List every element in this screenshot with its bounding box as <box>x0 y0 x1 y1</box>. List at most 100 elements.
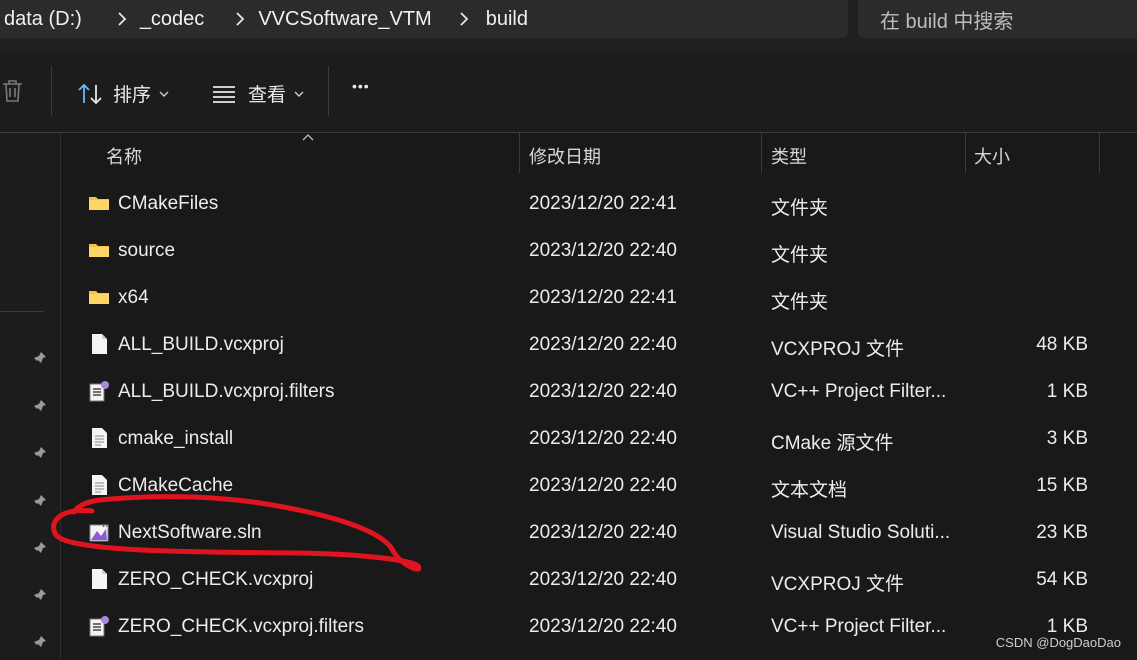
file-row[interactable]: 17 NextSoftware.sln 2023/12/20 22:40 Visual… <box>61 509 1137 556</box>
chevron-down-icon <box>159 91 169 97</box>
breadcrumb-codec[interactable]: _codec <box>140 8 205 31</box>
breadcrumb-drive[interactable]: data (D:) <box>4 8 82 31</box>
file-type: Visual Studio Soluti... <box>771 522 951 543</box>
list-view-icon <box>213 85 235 103</box>
file-type: 文件夹 <box>771 292 829 313</box>
file-date: 2023/12/20 22:40 <box>529 616 677 637</box>
view-label: 查看 <box>248 85 287 106</box>
search-input[interactable]: 在 build 中搜索 <box>858 0 1137 38</box>
file-date: 2023/12/20 22:41 <box>529 287 677 308</box>
file-type: 文件夹 <box>771 245 829 266</box>
file-icon <box>88 333 110 355</box>
delete-button[interactable] <box>0 78 26 104</box>
column-separator[interactable] <box>761 133 762 173</box>
vs-solution-icon: 17 <box>88 521 110 543</box>
file-type: VC++ Project Filter... <box>771 381 947 402</box>
trash-icon <box>3 80 22 102</box>
file-name: NextSoftware.sln <box>118 522 262 543</box>
title-bar: data (D:) _codec VVCSoftware_VTM build 在… <box>0 0 1137 52</box>
file-name: x64 <box>118 287 149 308</box>
column-separator[interactable] <box>965 133 966 173</box>
pin-icon[interactable] <box>32 446 50 464</box>
file-type: VCXPROJ 文件 <box>771 339 905 360</box>
file-row[interactable]: ALL_BUILD.vcxproj.filters 2023/12/20 22:4… <box>61 368 1137 415</box>
breadcrumb-build[interactable]: build <box>486 8 528 31</box>
svg-text:17: 17 <box>102 523 108 529</box>
file-name: cmake_install <box>118 428 234 449</box>
sort-arrows-icon <box>78 83 102 104</box>
file-date: 2023/12/20 22:40 <box>529 381 677 402</box>
pin-icon[interactable] <box>32 399 50 417</box>
file-size: 23 KB <box>1036 522 1088 543</box>
chevron-right-icon[interactable] <box>444 11 484 27</box>
file-type: CMake 源文件 <box>771 433 894 454</box>
file-size: 15 KB <box>1036 475 1088 496</box>
sort-label: 排序 <box>113 85 152 106</box>
file-type: 文件夹 <box>771 198 829 219</box>
file-name: source <box>118 240 176 261</box>
chevron-down-icon <box>294 91 304 97</box>
view-button[interactable]: 查看 <box>211 80 304 107</box>
file-row[interactable]: ALL_BUILD.vcxproj 2023/12/20 22:40 VCXPROJ… <box>61 321 1137 368</box>
file-size: 54 KB <box>1036 569 1088 590</box>
file-date: 2023/12/20 22:40 <box>529 240 677 261</box>
filters-file-icon <box>88 380 110 402</box>
breadcrumb-vvcsoftware[interactable]: VVCSoftware_VTM <box>258 8 431 31</box>
file-name: ALL_BUILD.vcxproj.filters <box>118 381 335 402</box>
column-separator[interactable] <box>1099 133 1100 173</box>
text-file-icon <box>88 427 110 449</box>
column-separator[interactable] <box>519 133 520 173</box>
file-name: ALL_BUILD.vcxproj <box>118 334 284 355</box>
column-header-size[interactable]: 大小 <box>974 143 1010 169</box>
file-list: 名称 修改日期 类型 大小 CMakeFiles 2023/12/20 22:41… <box>61 133 1137 660</box>
text-file-icon <box>88 474 110 496</box>
file-name: CMakeCache <box>118 475 234 496</box>
folder-icon <box>88 239 110 261</box>
pin-icon[interactable] <box>32 351 50 369</box>
file-row[interactable]: ZERO_CHECK.vcxproj.filters 2023/12/20 22:… <box>61 603 1137 650</box>
file-type: 文本文档 <box>771 480 848 501</box>
file-row[interactable]: x64 2023/12/20 22:41 文件夹 <box>61 274 1137 321</box>
sort-button[interactable]: 排序 <box>77 80 169 107</box>
file-icon <box>88 568 110 590</box>
file-date: 2023/12/20 22:41 <box>529 193 677 214</box>
file-size: 48 KB <box>1036 334 1088 355</box>
watermark: CSDN @DogDaoDao <box>995 635 1121 650</box>
file-date: 2023/12/20 22:40 <box>529 428 677 449</box>
folder-icon <box>88 286 110 308</box>
file-size: 1 KB <box>1046 381 1088 402</box>
more-options-button[interactable]: ••• <box>352 78 370 94</box>
pin-icon[interactable] <box>32 588 50 606</box>
file-row[interactable]: CMakeCache 2023/12/20 22:40 文本文档 15 KB <box>61 462 1137 509</box>
address-bar[interactable]: data (D:) _codec VVCSoftware_VTM build <box>0 0 848 38</box>
file-date: 2023/12/20 22:40 <box>529 522 677 543</box>
column-header-type[interactable]: 类型 <box>771 143 807 169</box>
file-type: VC++ Project Filter... <box>771 616 947 637</box>
chevron-right-icon[interactable] <box>102 11 142 27</box>
command-bar: 排序 查看 ••• <box>0 52 1137 133</box>
file-type: VCXPROJ 文件 <box>771 574 905 595</box>
toolbar-divider <box>51 66 52 116</box>
pin-icon[interactable] <box>32 541 50 559</box>
chevron-right-icon[interactable] <box>220 11 260 27</box>
column-header-date[interactable]: 修改日期 <box>529 143 601 169</box>
column-header-name[interactable]: 名称 <box>106 143 142 169</box>
file-name: ZERO_CHECK.vcxproj <box>118 569 314 590</box>
file-date: 2023/12/20 22:40 <box>529 569 677 590</box>
nav-divider <box>0 311 44 312</box>
file-row[interactable]: source 2023/12/20 22:40 文件夹 <box>61 227 1137 274</box>
file-name: ZERO_CHECK.vcxproj.filters <box>118 616 364 637</box>
ellipsis-icon: ••• <box>352 78 370 94</box>
filters-file-icon <box>88 615 110 637</box>
pin-icon[interactable] <box>32 494 50 512</box>
navigation-pane <box>0 133 61 660</box>
pin-icon[interactable] <box>32 635 50 653</box>
file-name: CMakeFiles <box>118 193 219 214</box>
sort-ascending-icon <box>302 134 314 141</box>
column-header-row: 名称 修改日期 类型 大小 <box>61 133 1137 175</box>
file-date: 2023/12/20 22:40 <box>529 475 677 496</box>
toolbar-divider <box>328 66 329 116</box>
file-row[interactable]: ZERO_CHECK.vcxproj 2023/12/20 22:40 VCXPRO… <box>61 556 1137 603</box>
file-row[interactable]: CMakeFiles 2023/12/20 22:41 文件夹 <box>61 180 1137 227</box>
file-row[interactable]: cmake_install 2023/12/20 22:40 CMake 源文件 3 … <box>61 415 1137 462</box>
